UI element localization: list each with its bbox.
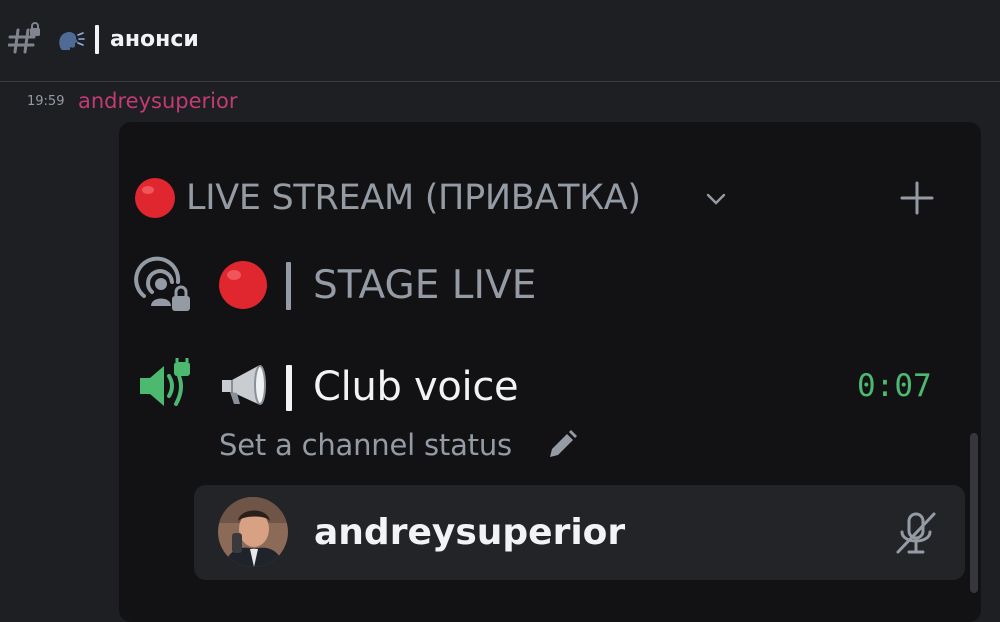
message-author[interactable]: andreysuperior (78, 87, 237, 115)
voice-user-name[interactable]: andreysuperior (314, 510, 625, 556)
chevron-down-icon[interactable] (705, 188, 727, 214)
pencil-icon[interactable] (546, 429, 578, 465)
category-label[interactable]: LIVE STREAM (ПРИВАТКА) (186, 176, 641, 220)
message-timestamp: 19:59 (27, 94, 65, 109)
channel-separator (286, 365, 292, 411)
scrollbar[interactable] (970, 433, 978, 593)
avatar[interactable] (218, 497, 288, 567)
speaker-lock-icon (136, 353, 196, 418)
channel-status-placeholder[interactable]: Set a channel status (219, 427, 512, 463)
channel-club-voice[interactable]: Club voice (313, 362, 519, 412)
speaking-head-icon (56, 28, 86, 58)
title-separator (95, 25, 99, 54)
red-circle-icon (134, 177, 176, 223)
channel-title: анонси (110, 27, 199, 52)
plus-icon[interactable] (899, 180, 935, 220)
voice-timer: 0:07 (857, 368, 932, 404)
channel-separator (286, 262, 291, 310)
stage-lock-icon (134, 256, 194, 320)
red-circle-icon (218, 260, 268, 314)
mic-muted-icon (893, 510, 939, 560)
hash-lock-icon (7, 22, 44, 62)
channel-stage-live[interactable]: STAGE LIVE (313, 262, 536, 310)
channel-header: анонси (0, 0, 1000, 82)
megaphone-icon (218, 362, 270, 414)
